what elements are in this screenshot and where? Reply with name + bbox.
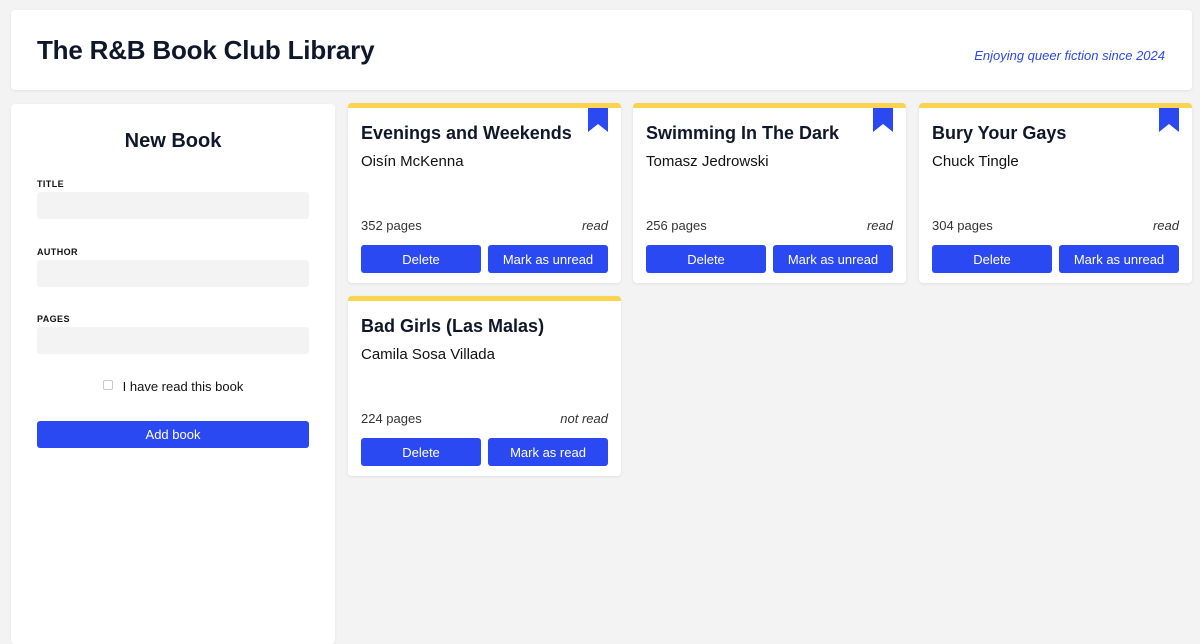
book-title: Swimming In The Dark xyxy=(646,123,840,143)
book-card: Bad Girls (Las Malas) Camila Sosa Villad… xyxy=(348,296,621,476)
book-card: Swimming In The Dark Tomasz Jedrowski 25… xyxy=(633,103,906,283)
title-input[interactable] xyxy=(37,192,309,219)
book-author: Chuck Tingle xyxy=(932,153,1019,170)
delete-button[interactable]: Delete xyxy=(361,245,481,273)
site-header: The R&B Book Club Library Enjoying queer… xyxy=(11,10,1192,90)
book-pages: 224 pages xyxy=(361,411,422,426)
book-read-status: read xyxy=(1152,218,1179,233)
book-read-status: read xyxy=(866,218,893,233)
read-checkbox-row: I have read this book xyxy=(11,379,335,394)
book-author: Tomasz Jedrowski xyxy=(646,153,769,170)
book-title: Bury Your Gays xyxy=(932,123,1067,143)
book-title: Bad Girls (Las Malas) xyxy=(361,316,545,336)
book-author: Oisín McKenna xyxy=(361,153,464,170)
new-book-form: New Book TITLE AUTHOR PAGES I have read … xyxy=(11,104,335,644)
book-card: Evenings and Weekends Oisín McKenna 352 … xyxy=(348,103,621,283)
read-checkbox-label[interactable]: I have read this book xyxy=(123,379,244,394)
book-pages: 352 pages xyxy=(361,218,422,233)
bookmark-icon[interactable] xyxy=(1159,108,1179,132)
toggle-read-button[interactable]: Mark as unread xyxy=(1059,245,1179,273)
book-title: Evenings and Weekends xyxy=(361,123,572,143)
delete-button[interactable]: Delete xyxy=(932,245,1052,273)
title-field-label: TITLE xyxy=(37,179,64,189)
add-book-button[interactable]: Add book xyxy=(37,421,309,448)
book-pages: 256 pages xyxy=(646,218,707,233)
book-pages: 304 pages xyxy=(932,218,993,233)
toggle-read-button[interactable]: Mark as read xyxy=(488,438,608,466)
toggle-read-button[interactable]: Mark as unread xyxy=(773,245,893,273)
read-checkbox[interactable] xyxy=(102,379,113,390)
pages-input[interactable] xyxy=(37,327,309,354)
bookmark-icon[interactable] xyxy=(873,108,893,132)
site-tagline: Enjoying queer fiction since 2024 xyxy=(974,48,1165,63)
author-input[interactable] xyxy=(37,260,309,287)
bookmark-icon[interactable] xyxy=(588,108,608,132)
form-heading: New Book xyxy=(124,130,222,152)
book-read-status: read xyxy=(581,218,608,233)
site-title: The R&B Book Club Library xyxy=(37,35,375,65)
book-read-status: not read xyxy=(560,411,608,426)
toggle-read-button[interactable]: Mark as unread xyxy=(488,245,608,273)
delete-button[interactable]: Delete xyxy=(361,438,481,466)
book-card: Bury Your Gays Chuck Tingle 304 pages re… xyxy=(919,103,1192,283)
pages-field-label: PAGES xyxy=(37,314,70,324)
book-author: Camila Sosa Villada xyxy=(361,346,495,363)
author-field-label: AUTHOR xyxy=(37,247,78,257)
delete-button[interactable]: Delete xyxy=(646,245,766,273)
